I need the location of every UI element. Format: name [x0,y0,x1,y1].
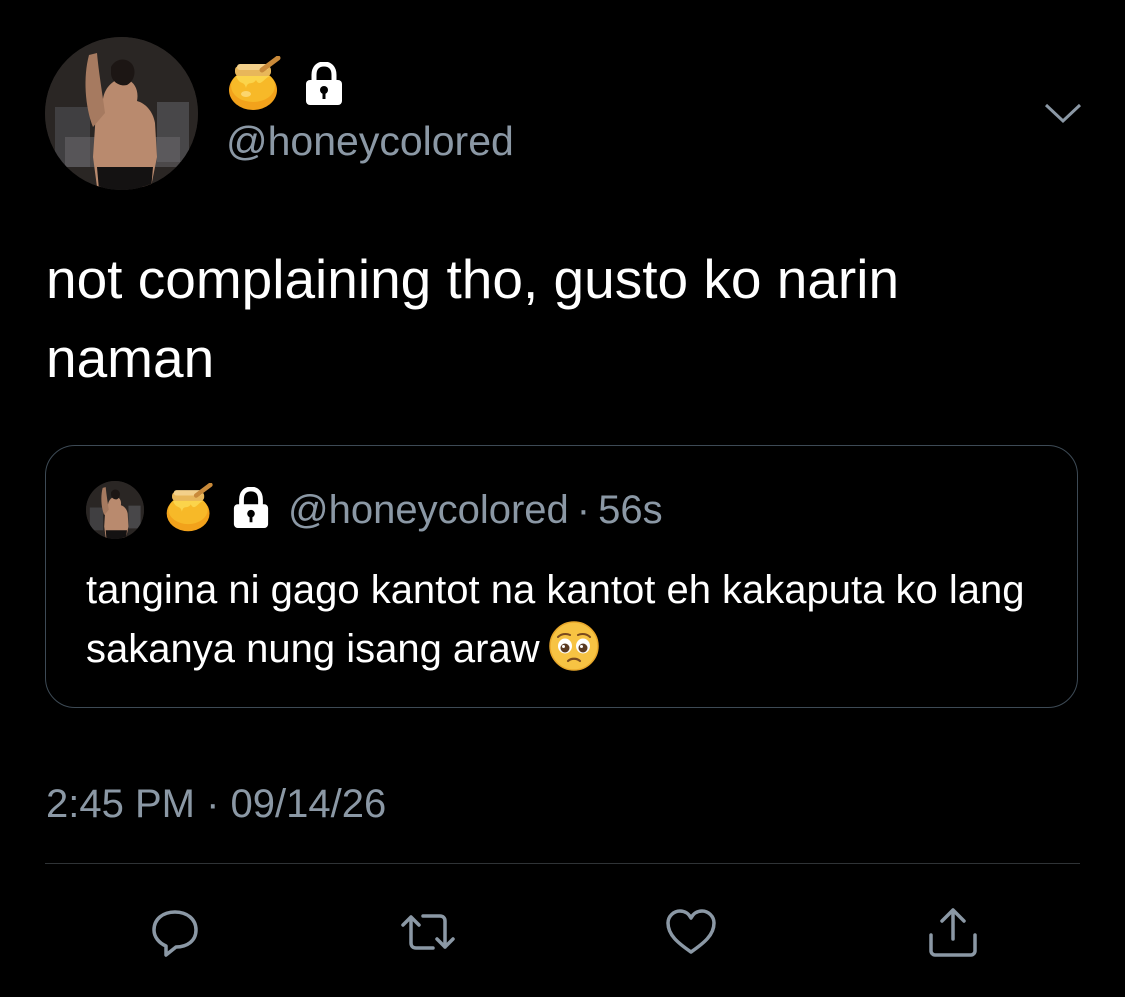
quoted-avatar [86,481,144,539]
honey-pot-icon [226,55,282,117]
quoted-text: tangina ni gago kantot na kantot eh kaka… [86,561,1046,679]
lock-icon [232,486,270,534]
separator-dot: · [576,488,591,532]
like-icon[interactable] [664,905,718,959]
reply-icon[interactable] [148,905,202,959]
share-icon[interactable] [926,905,980,959]
quoted-time: 56s [598,488,663,532]
display-name[interactable] [226,55,344,117]
tweet-text: not complaining tho, gusto ko narin nama… [46,248,900,389]
author-handle[interactable]: @honeycolored [226,117,514,165]
avatar[interactable] [45,37,198,190]
tweet-detail: @honeycolored not complaining tho, gusto… [0,0,1125,997]
divider [45,863,1080,864]
quoted-tweet[interactable]: @honeycolored · 56s tangina ni gago kant… [45,445,1078,708]
chevron-down-icon[interactable] [1043,99,1083,129]
tweet-timestamp[interactable]: 2:45 PM · 09/14/26 [46,780,386,828]
quoted-tweet-header: @honeycolored · 56s [86,481,663,539]
retweet-icon[interactable] [401,905,455,959]
honey-pot-icon [164,482,214,538]
pleading-face-emoji [548,621,599,671]
lock-icon [304,60,344,111]
quoted-handle: @honeycolored [288,488,569,532]
